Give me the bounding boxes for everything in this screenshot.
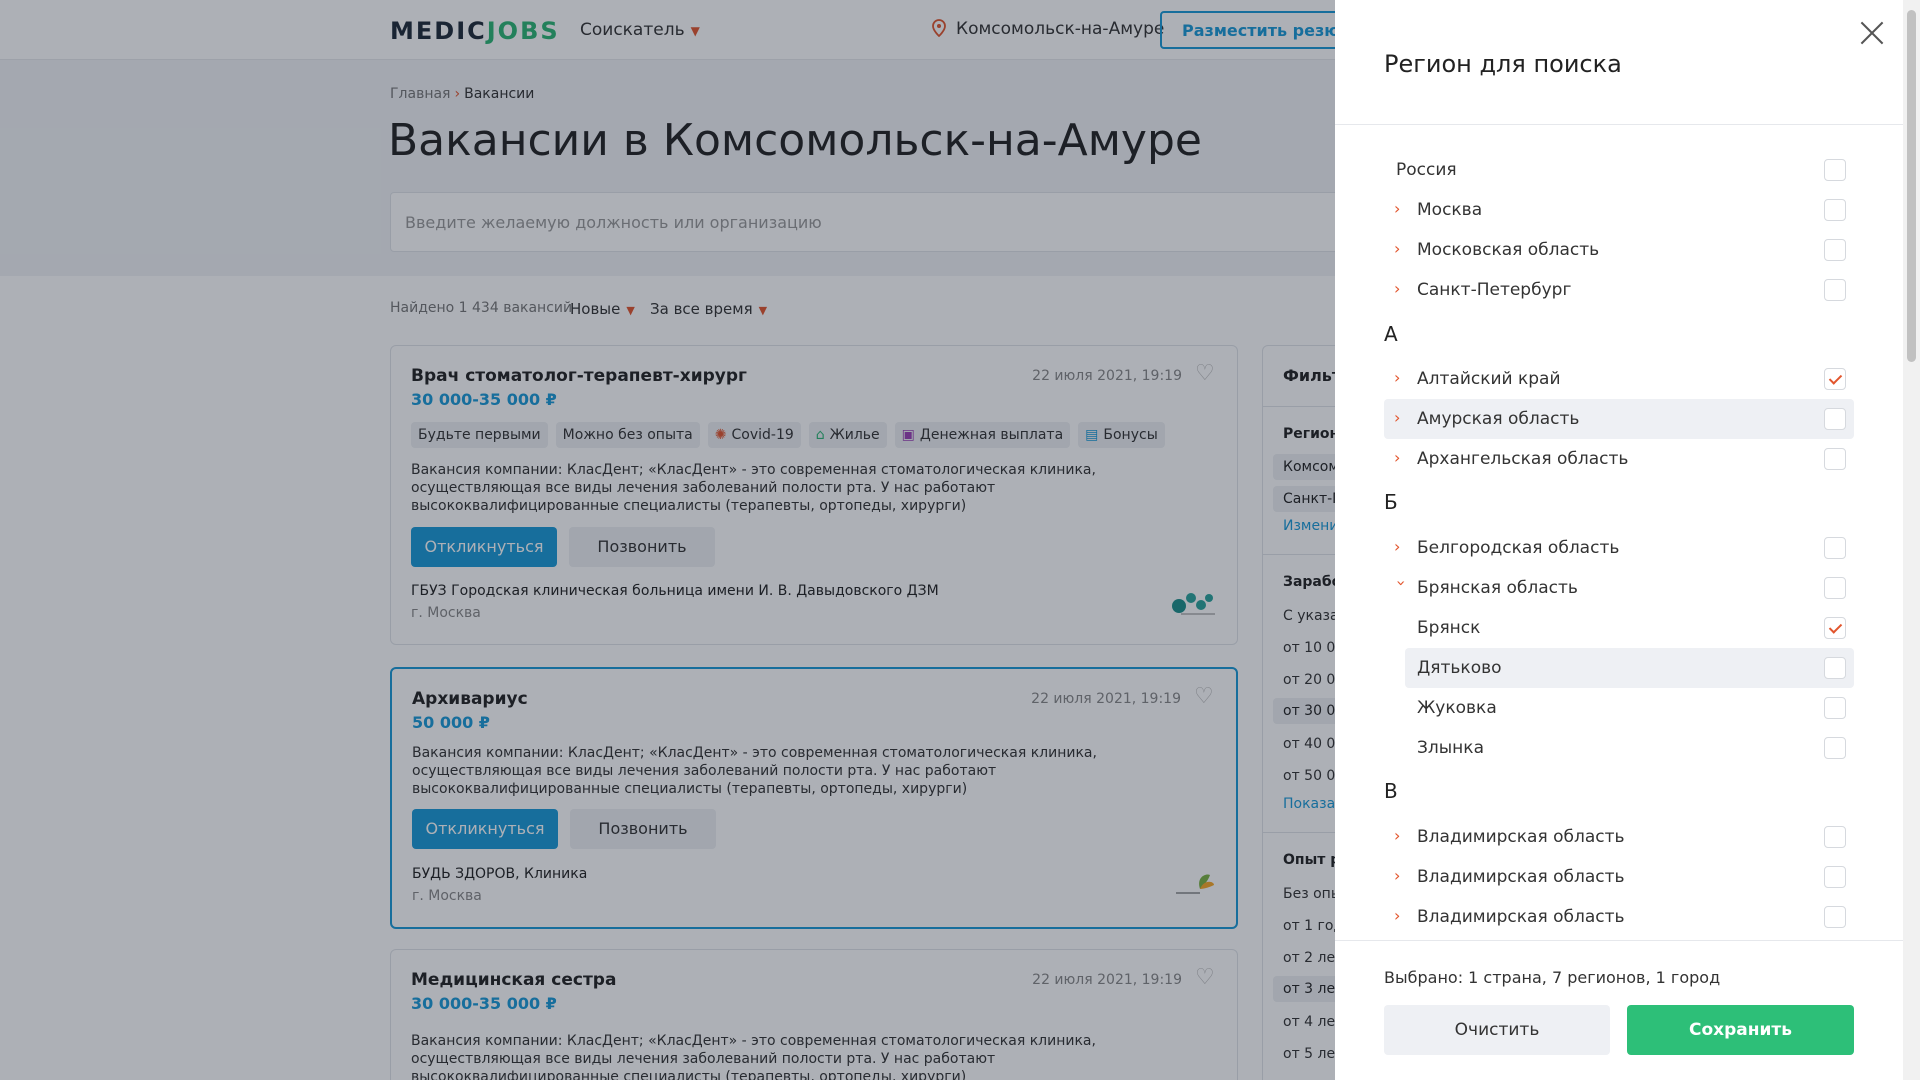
- region-row-expanded[interactable]: › Брянская область: [1384, 568, 1854, 608]
- region-label: Россия: [1396, 160, 1457, 180]
- region-label: Владимирская область: [1417, 907, 1625, 927]
- region-checkbox[interactable]: [1824, 906, 1846, 928]
- region-checkbox[interactable]: [1824, 577, 1846, 599]
- city-label: Брянск: [1417, 618, 1481, 638]
- region-checkbox[interactable]: [1824, 279, 1846, 301]
- region-row[interactable]: › Владимирская область: [1384, 857, 1854, 897]
- region-checkbox[interactable]: [1824, 448, 1846, 470]
- region-label: Амурская область: [1417, 409, 1580, 429]
- region-label: Московская область: [1417, 240, 1600, 260]
- chevron-right-icon[interactable]: ›: [1394, 200, 1408, 218]
- city-label: Злынка: [1417, 738, 1484, 758]
- region-row[interactable]: › Амурская область: [1384, 399, 1854, 439]
- region-row-russia[interactable]: Россия: [1384, 150, 1854, 190]
- letter-heading: Б: [1384, 490, 1398, 514]
- region-row[interactable]: › Владимирская область: [1384, 897, 1854, 937]
- city-row[interactable]: Дятьково: [1405, 648, 1854, 688]
- modal-overlay[interactable]: [0, 0, 1335, 1080]
- region-label: Алтайский край: [1417, 369, 1561, 389]
- region-label: Санкт-Петербург: [1417, 280, 1572, 300]
- region-checkbox[interactable]: [1824, 239, 1846, 261]
- chevron-down-icon[interactable]: ›: [1392, 580, 1411, 594]
- region-checkbox[interactable]: [1824, 368, 1846, 390]
- city-label: Жуковка: [1417, 698, 1497, 718]
- city-checkbox[interactable]: [1824, 657, 1846, 679]
- city-label: Дятьково: [1417, 658, 1502, 678]
- divider: [1335, 940, 1903, 941]
- region-label: Москва: [1417, 200, 1483, 220]
- city-checkbox[interactable]: [1824, 737, 1846, 759]
- region-checkbox[interactable]: [1824, 408, 1846, 430]
- clear-button[interactable]: Очистить: [1384, 1005, 1610, 1055]
- region-row[interactable]: › Московская область: [1384, 230, 1854, 270]
- region-row[interactable]: › Белгородская область: [1384, 528, 1854, 568]
- city-row[interactable]: Жуковка: [1405, 688, 1854, 728]
- chevron-right-icon[interactable]: ›: [1394, 907, 1408, 925]
- region-checkbox[interactable]: [1824, 537, 1846, 559]
- chevron-right-icon[interactable]: ›: [1394, 449, 1408, 467]
- city-row[interactable]: Брянск: [1405, 608, 1854, 648]
- close-icon[interactable]: [1857, 18, 1887, 48]
- chevron-right-icon[interactable]: ›: [1394, 240, 1408, 258]
- divider: [1335, 124, 1903, 125]
- letter-heading: А: [1384, 322, 1398, 346]
- city-checkbox[interactable]: [1824, 697, 1846, 719]
- region-row[interactable]: › Москва: [1384, 190, 1854, 230]
- region-row[interactable]: › Архангельская область: [1384, 439, 1854, 479]
- chevron-right-icon[interactable]: ›: [1394, 867, 1408, 885]
- chevron-right-icon[interactable]: ›: [1394, 409, 1408, 427]
- region-row[interactable]: › Санкт-Петербург: [1384, 270, 1854, 310]
- city-checkbox[interactable]: [1824, 617, 1846, 639]
- city-row[interactable]: Злынка: [1405, 728, 1854, 768]
- region-label: Белгородская область: [1417, 538, 1620, 558]
- region-drawer: Регион для поиска Россия › Москва › Моск…: [1335, 0, 1920, 1080]
- save-button[interactable]: Сохранить: [1627, 1005, 1854, 1055]
- drawer-title: Регион для поиска: [1384, 50, 1622, 78]
- selection-summary: Выбрано: 1 страна, 7 регионов, 1 город: [1384, 968, 1721, 987]
- region-label: Архангельская область: [1417, 449, 1629, 469]
- chevron-right-icon[interactable]: ›: [1394, 538, 1408, 556]
- chevron-right-icon[interactable]: ›: [1394, 827, 1408, 845]
- region-checkbox[interactable]: [1824, 199, 1846, 221]
- region-row[interactable]: › Алтайский край: [1384, 359, 1854, 399]
- chevron-right-icon[interactable]: ›: [1394, 369, 1408, 387]
- chevron-right-icon[interactable]: ›: [1394, 280, 1408, 298]
- scrollbar-thumb[interactable]: [1907, 10, 1916, 362]
- region-label: Владимирская область: [1417, 867, 1625, 887]
- region-label: Брянская область: [1417, 578, 1578, 598]
- region-checkbox[interactable]: [1824, 826, 1846, 848]
- letter-heading: В: [1384, 779, 1398, 803]
- region-row[interactable]: › Владимирская область: [1384, 817, 1854, 857]
- region-label: Владимирская область: [1417, 827, 1625, 847]
- region-checkbox[interactable]: [1824, 159, 1846, 181]
- region-checkbox[interactable]: [1824, 866, 1846, 888]
